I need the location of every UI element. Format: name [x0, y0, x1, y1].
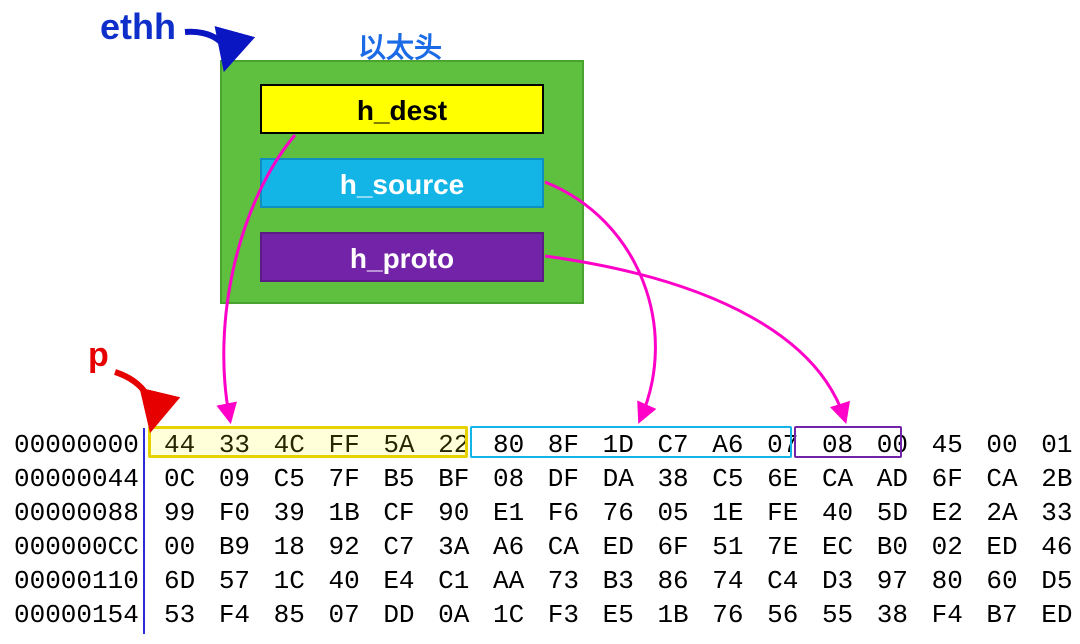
- field-h-proto: h_proto: [260, 232, 544, 282]
- highlight-h-source: [470, 426, 792, 458]
- hex-dump: 0000000044 33 4C FF 5A 22 80 8F 1D C7 A6…: [14, 428, 1076, 632]
- hex-offset: 000000CC: [14, 530, 142, 564]
- hex-offset: 00000000: [14, 428, 142, 462]
- hex-offset: 00000044: [14, 462, 142, 496]
- ethh-pointer-label: ethh: [100, 6, 176, 48]
- hex-offset: 00000110: [14, 564, 142, 598]
- p-pointer-label: p: [88, 336, 109, 375]
- highlight-h-dest: [148, 426, 468, 458]
- arrow-p-to-hex: [115, 372, 153, 425]
- hex-row: 0000015453 F4 85 07 DD 0A 1C F3 E5 1B 76…: [14, 598, 1076, 632]
- ethernet-header-struct: h_dest h_source h_proto: [220, 60, 584, 304]
- field-h-source: h_source: [260, 158, 544, 208]
- hex-row: 000001106D 57 1C 40 E4 C1 AA 73 B3 86 74…: [14, 564, 1076, 598]
- hex-row: 000000CC00 B9 18 92 C7 3A A6 CA ED 6F 51…: [14, 530, 1076, 564]
- hex-offset: 00000154: [14, 598, 142, 632]
- hex-row: 000000440C 09 C5 7F B5 BF 08 DF DA 38 C5…: [14, 462, 1076, 496]
- field-h-dest: h_dest: [260, 84, 544, 134]
- highlight-h-proto: [794, 426, 902, 458]
- hex-offset: 00000088: [14, 496, 142, 530]
- hex-row: 0000008899 F0 39 1B CF 90 E1 F6 76 05 1E…: [14, 496, 1076, 530]
- arrow-proto-to-bytes: [545, 256, 845, 420]
